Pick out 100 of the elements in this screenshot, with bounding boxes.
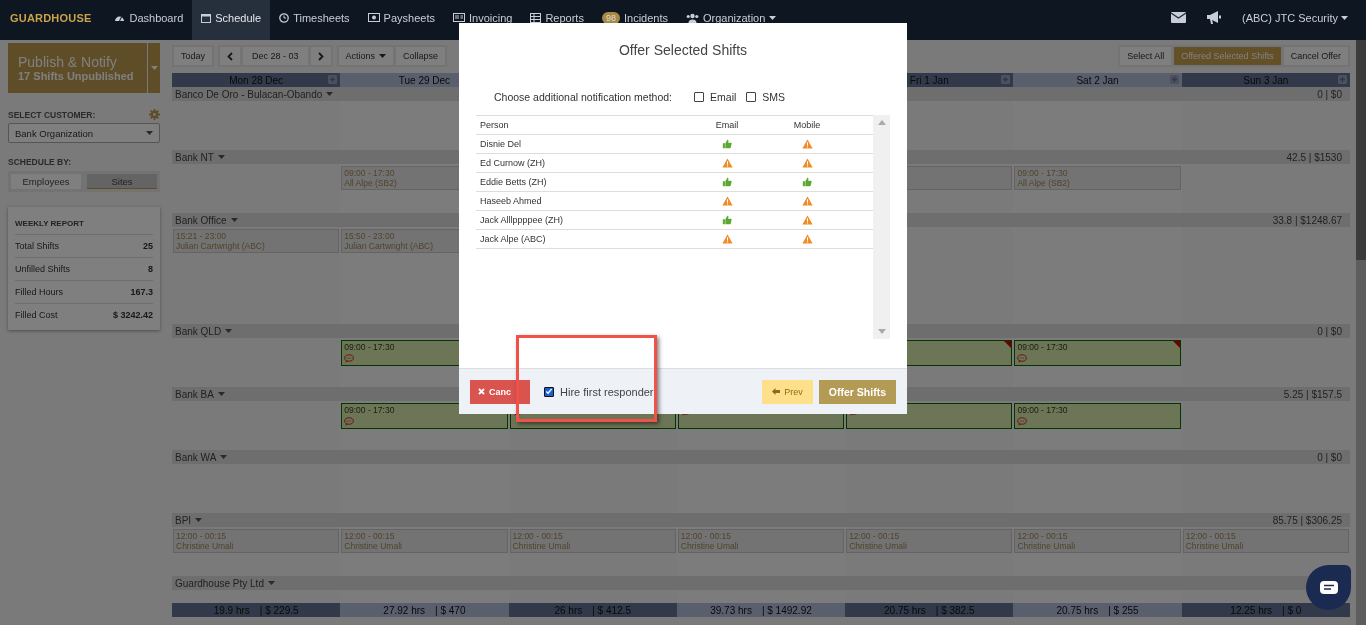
site-name[interactable]: Bank BA [175,388,225,400]
chat-icon [1319,581,1338,594]
caret-icon [217,155,225,159]
field-label: SCHEDULE BY: [8,157,73,167]
checkbox-option[interactable]: Hire first responder [544,385,654,398]
total-cost: | $ 382.5 [935,604,975,616]
notification-label: Choose additional notification method: [494,91,673,103]
nav-link[interactable]: Organization [677,0,786,40]
site-name[interactable]: Bank QLD [175,325,233,337]
chat-button[interactable] [1306,565,1351,610]
site-total: 0 | $0 [1317,451,1342,463]
date-range-button[interactable]: Dec 28 - 03 [243,47,308,65]
total-cost: | $ 412.5 [592,604,631,616]
nav-link[interactable]: Invoicing [444,0,522,40]
shift-card[interactable]: 12:00 - 00:15 Christine Umali [677,529,845,553]
shift-card[interactable]: 12:00 - 00:15 Christine Umali [341,529,508,553]
shift-time: 12:00 - 00:15 [512,531,563,541]
shift-time: 09:00 - 17:30 [344,405,395,415]
shift-card[interactable]: 09:00 - 17:30 [1014,403,1181,429]
toggle-option[interactable]: Employees [11,174,81,189]
nav-link[interactable]: 98 Incidents [592,0,677,40]
nav-link[interactable]: Timesheets [270,0,359,40]
shift-time: 09:00 - 17:30 [344,342,395,352]
shift-card[interactable]: 12:00 - 00:15 Christine Umali [173,529,340,553]
actions-dropdown[interactable]: Actions [338,47,394,65]
site-name[interactable]: BPI [175,514,203,526]
nav-link[interactable]: Paysheets [358,0,444,40]
shift-card[interactable]: 12:00 - 00:15 Christine Umali [1182,529,1349,553]
card-title: WEEKLY REPORT [15,219,85,228]
shift-time: 09:00 - 17:30 [1017,168,1068,178]
column-header: Email [714,120,740,130]
column-header: Person [480,120,510,130]
caret-icon [220,455,228,459]
total-hours: 39.73 hrs [710,604,752,616]
total-cost: | $ 470 [435,604,466,616]
nav-link[interactable]: Reports [521,0,593,40]
site-total: 0 | $0 [1317,88,1342,100]
today-button[interactable]: Today [174,47,213,65]
site-name[interactable]: Guardhouse Pty Ltd [175,577,275,589]
shift-time: 15:50 - 23:00 [344,231,395,241]
caret-icon [195,518,203,522]
caret-icon [230,218,238,222]
person-name: Ed Curnow (ZH) [480,158,546,168]
next-button[interactable] [310,47,331,65]
shift-employee: Christine Umali [1017,541,1076,551]
scrollbar-thumb[interactable] [1356,40,1366,260]
nav-link[interactable]: Schedule [192,0,271,40]
site-name[interactable]: Bank NT [175,151,225,163]
stat-label: Filled Hours [15,287,63,297]
toggle-option[interactable]: Sites [87,174,157,189]
checkbox[interactable] [694,92,705,102]
megaphone-icon[interactable] [1206,11,1223,24]
caret-icon [1341,15,1348,20]
caret-icon [217,392,225,396]
checkbox[interactable] [544,386,554,397]
shift-employee: Julian Cartwright (ABC) [176,241,265,251]
envelope-icon[interactable] [1171,12,1187,23]
shift-employee: Christine Umali [1185,541,1244,551]
caret-icon [267,581,275,585]
previous-button[interactable] [220,47,241,65]
site-total: 5.25 | $157.5 [1283,388,1342,400]
shift-card[interactable]: 12:00 - 00:15 Christine Umali [509,529,676,553]
toolbar-button[interactable]: Select All [1120,47,1172,65]
shift-card[interactable]: 12:00 - 00:15 Christine Umali [1014,529,1181,553]
caret-icon [379,54,387,58]
stat-label: Filled Cost [15,310,58,320]
toolbar-button[interactable]: Cancel Offer [1283,47,1348,65]
day-label: Tue 29 Dec [398,74,451,86]
customer-select[interactable]: Bank Organization [8,123,160,143]
total-hours: 12.25 hrs [1230,604,1273,616]
nav-link[interactable]: Dashboard [105,0,193,40]
collapse-button[interactable]: Collapse [396,47,446,65]
stat-value: 167.3 [130,287,153,297]
logo[interactable]: GUARDHOUSE [10,11,92,24]
person-name: Haseeb Ahmed [480,196,543,206]
account-menu[interactable]: (ABC) JTC Security [1242,11,1348,24]
toolbar-button[interactable]: Offered Selected Shifts [1174,47,1281,65]
count-badge: 98 [601,11,620,24]
site-name[interactable]: Bank WA [175,451,228,463]
site-total: 0 | $0 [1317,325,1342,337]
site-name[interactable]: Banco De Oro - Bulacan-Obando [175,88,334,100]
shift-employee: Christine Umali [176,541,234,551]
shift-card[interactable]: 15:21 - 23:00 Julian Cartwright (ABC) [173,229,340,253]
checkbox-option[interactable]: Email [694,91,737,103]
offer-shifts-button[interactable]: Offer Shifts [818,379,896,404]
publish-notify-button[interactable]: Publish & Notify 17 Shifts Unpublished [8,43,147,93]
dropdown-toggle[interactable] [148,43,160,93]
site-total: 85.75 | $306.25 [1272,514,1342,526]
dashboard-icon [114,13,126,22]
shift-time: 12:00 - 00:15 [1017,531,1068,541]
day-label: Fri 1 Jan [909,74,949,86]
day-label: Sun 3 Jan [1243,74,1289,86]
site-name[interactable]: Bank Office [175,214,238,226]
cancel-button[interactable]: Canc [470,379,530,404]
previous-button[interactable]: Prev [762,379,813,404]
checkbox[interactable] [746,92,757,102]
stat-value: $ 3242.42 [112,310,153,320]
checkbox-option[interactable]: SMS [746,91,786,103]
shift-card[interactable]: 09:00 - 17:30 [1014,340,1181,366]
dialog-title: Offer Selected Shifts [617,42,749,58]
